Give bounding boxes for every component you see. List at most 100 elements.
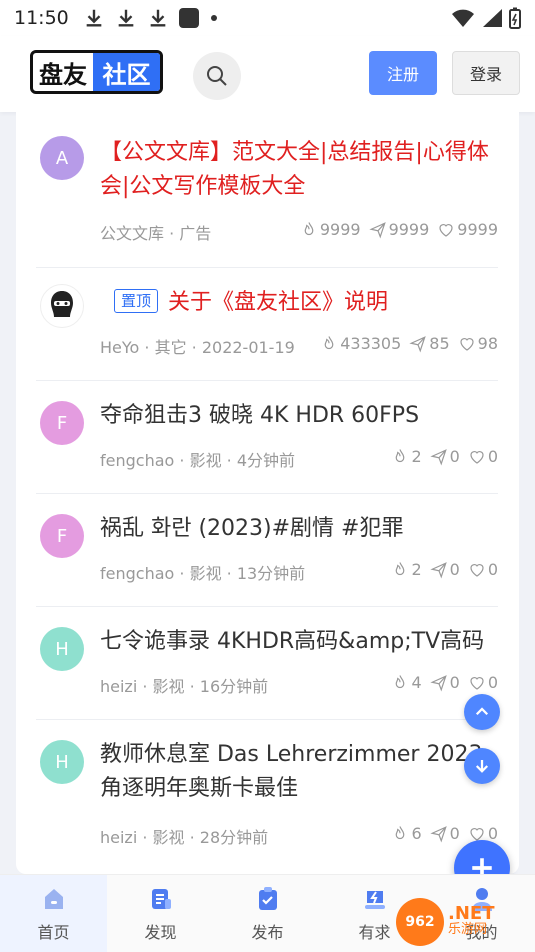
like-count: 0 bbox=[487, 560, 498, 579]
share-count: 9999 bbox=[388, 220, 430, 239]
nav-label: 发布 bbox=[251, 922, 284, 942]
watermark-subtext: 乐游网 bbox=[448, 922, 488, 937]
view-count: 2 bbox=[411, 560, 422, 579]
pinned-badge: 置顶 bbox=[114, 289, 159, 313]
logo-text-part1: 盘友 bbox=[39, 60, 87, 89]
watermark-text: .NET bbox=[448, 903, 495, 924]
share-icon bbox=[429, 674, 447, 692]
heart-icon bbox=[460, 337, 474, 351]
fire-icon bbox=[396, 448, 405, 462]
fire-icon bbox=[304, 221, 314, 235]
post-title[interactable]: 【公文文库】范文大全|总结报告|心得体会|公文写作模板大全 bbox=[100, 136, 498, 204]
share-count: 0 bbox=[449, 824, 460, 843]
post-stats: 2 0 0 bbox=[383, 447, 498, 466]
download-icon bbox=[86, 9, 102, 27]
post-item[interactable]: F 祸乱 화란 (2023)#剧情 #犯罪 fengchao · 影视 · 13… bbox=[36, 494, 498, 607]
share-icon bbox=[429, 448, 447, 466]
post-title[interactable]: 七令诡事录 4KHDR高码&amp;TV高码 bbox=[100, 625, 498, 659]
nav-label: 有求 bbox=[358, 922, 391, 942]
share-count: 0 bbox=[449, 673, 460, 692]
login-button[interactable]: 登录 bbox=[452, 51, 520, 95]
post-meta: HeYo · 其它 · 2022-01-19 bbox=[100, 338, 295, 357]
avatar[interactable]: H bbox=[40, 740, 84, 784]
status-bar: 11:50 bbox=[0, 0, 535, 36]
like-count: 0 bbox=[487, 673, 498, 692]
scroll-bottom-button[interactable] bbox=[464, 748, 500, 784]
fire-icon bbox=[396, 561, 405, 575]
post-meta: fengchao · 影视 · 4分钟前 bbox=[100, 451, 296, 470]
post-stats: 433305 85 98 bbox=[312, 334, 498, 353]
post-item[interactable]: F 夺命狙击3 破晓 4K HDR 60FPS fengchao · 影视 · … bbox=[36, 381, 498, 494]
share-icon bbox=[429, 825, 447, 843]
post-meta: fengchao · 影视 · 13分钟前 bbox=[100, 564, 306, 583]
share-count: 85 bbox=[429, 334, 450, 353]
heart-icon bbox=[439, 223, 453, 237]
share-count: 0 bbox=[449, 560, 460, 579]
post-title-text: 关于《盘友社区》说明 bbox=[168, 290, 389, 315]
logo-text-part2: 社区 bbox=[93, 53, 160, 91]
site-logo[interactable]: 盘友 社区 bbox=[30, 50, 163, 94]
scroll-top-button[interactable] bbox=[464, 694, 500, 730]
post-title[interactable]: 夺命狙击3 破晓 4K HDR 60FPS bbox=[100, 399, 498, 433]
download-icon bbox=[118, 9, 134, 27]
like-count: 9999 bbox=[457, 220, 498, 239]
signal-icon bbox=[483, 9, 502, 27]
share-icon bbox=[368, 221, 386, 239]
home-icon bbox=[44, 888, 63, 909]
nav-label: 首页 bbox=[37, 922, 70, 942]
arrow-down-icon bbox=[475, 760, 489, 773]
nav-home[interactable]: 首页 bbox=[0, 875, 107, 952]
discover-icon bbox=[151, 888, 171, 909]
watermark: 962 .NET 乐游网 bbox=[396, 898, 494, 946]
post-item[interactable]: A 【公文文库】范文大全|总结报告|心得体会|公文写作模板大全 公文文库 · 广… bbox=[36, 112, 498, 268]
view-count: 4 bbox=[411, 673, 422, 692]
status-time: 11:50 bbox=[14, 7, 69, 29]
nav-discover[interactable]: 发现 bbox=[107, 875, 214, 952]
avatar[interactable]: F bbox=[40, 514, 84, 558]
post-meta: heizi · 影视 · 16分钟前 bbox=[100, 677, 269, 696]
post-item[interactable]: H 教师休息室 Das Lehrerzimmer 2023 角逐明年奥斯卡最佳 … bbox=[36, 720, 498, 874]
nav-publish[interactable]: 发布 bbox=[214, 875, 321, 952]
heart-icon bbox=[470, 563, 484, 577]
download-icon bbox=[150, 9, 166, 27]
search-icon bbox=[207, 66, 227, 86]
app-header: 盘友 社区 注册 登录 bbox=[0, 36, 535, 112]
view-count: 2 bbox=[411, 447, 422, 466]
post-title[interactable]: 置顶 关于《盘友社区》说明 bbox=[100, 286, 498, 320]
battery-icon bbox=[509, 7, 521, 29]
avatar[interactable]: F bbox=[40, 401, 84, 445]
post-meta: 公文文库 · 广告 bbox=[100, 224, 212, 243]
request-icon bbox=[364, 890, 385, 909]
heart-icon bbox=[470, 676, 484, 690]
more-notifications-icon bbox=[210, 15, 217, 21]
avatar[interactable]: H bbox=[40, 627, 84, 671]
post-title[interactable]: 教师休息室 Das Lehrerzimmer 2023 角逐明年奥斯卡最佳 bbox=[100, 738, 498, 806]
post-list: A 【公文文库】范文大全|总结报告|心得体会|公文写作模板大全 公文文库 · 广… bbox=[16, 112, 519, 874]
post-stats: 9999 9999 9999 bbox=[292, 220, 498, 239]
app-notification-icon bbox=[178, 8, 199, 28]
post-item[interactable]: H 七令诡事录 4KHDR高码&amp;TV高码 heizi · 影视 · 16… bbox=[36, 607, 498, 720]
ninja-avatar[interactable] bbox=[40, 284, 84, 328]
view-count: 9999 bbox=[319, 220, 361, 239]
avatar[interactable]: A bbox=[40, 136, 84, 180]
view-count: 6 bbox=[411, 824, 422, 843]
chevron-up-icon bbox=[475, 707, 489, 716]
register-button[interactable]: 注册 bbox=[369, 51, 437, 95]
fire-icon bbox=[324, 335, 334, 349]
post-meta: heizi · 影视 · 28分钟前 bbox=[100, 828, 269, 847]
share-icon bbox=[429, 561, 447, 579]
post-item[interactable]: 置顶 关于《盘友社区》说明 HeYo · 其它 · 2022-01-19 4333… bbox=[36, 268, 498, 381]
like-count: 0 bbox=[487, 447, 498, 466]
search-button[interactable] bbox=[193, 52, 241, 100]
fire-icon bbox=[396, 825, 405, 839]
watermark-logo: 962 bbox=[396, 898, 444, 946]
wifi-icon bbox=[452, 9, 474, 27]
ninja-icon bbox=[51, 291, 73, 317]
share-icon bbox=[409, 335, 427, 353]
nav-label: 发现 bbox=[144, 922, 177, 942]
like-count: 98 bbox=[477, 334, 498, 353]
fire-icon bbox=[396, 674, 405, 688]
publish-icon bbox=[258, 886, 277, 910]
view-count: 433305 bbox=[340, 334, 402, 353]
post-title[interactable]: 祸乱 화란 (2023)#剧情 #犯罪 bbox=[100, 512, 498, 546]
